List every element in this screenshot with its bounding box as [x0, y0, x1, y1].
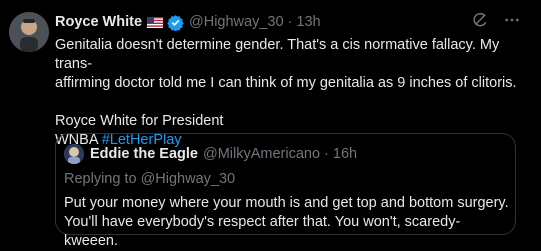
author-handle[interactable]: @Highway_30 [189, 14, 284, 30]
quote-timestamp[interactable]: 16h [333, 146, 357, 162]
quote-author-handle[interactable]: @MilkyAmericano [203, 146, 320, 162]
separator-dot: · [324, 146, 329, 162]
tweet-header: Royce White @Highway_30 · 13h [55, 12, 535, 32]
quote-text-line: Put your money where your mouth is and g… [64, 195, 509, 211]
us-flag-icon [147, 16, 164, 28]
verified-badge-icon[interactable] [167, 14, 184, 31]
separator-dot: · [287, 14, 293, 30]
tweet-text-line: Genitalia doesn't determine gender. That… [55, 37, 500, 72]
timestamp[interactable]: 13h [296, 14, 320, 30]
quote-header: Eddie the Eagle @MilkyAmericano · 16h [64, 143, 357, 165]
grok-icon[interactable] [471, 11, 489, 33]
tweet-text-line: affirming doctor told me I can think of … [55, 75, 517, 91]
more-icon[interactable] [503, 11, 521, 33]
tweet-text-line: Royce White for President [55, 113, 224, 129]
header-actions [471, 12, 521, 32]
quote-text: Put your money where your mouth is and g… [64, 194, 509, 251]
avatar[interactable] [9, 12, 49, 52]
tweet[interactable]: Royce White @Highway_30 · 13h Genitalia … [0, 0, 541, 249]
quote-text-line: You'll have everybody's respect after th… [64, 214, 461, 249]
quote-avatar [64, 144, 84, 164]
quote-author-name[interactable]: Eddie the Eagle [90, 146, 198, 162]
quoted-tweet[interactable]: Eddie the Eagle @MilkyAmericano · 16h Re… [55, 133, 516, 249]
replying-to[interactable]: Replying to @Highway_30 [64, 171, 235, 187]
author-name[interactable]: Royce White [55, 14, 142, 30]
